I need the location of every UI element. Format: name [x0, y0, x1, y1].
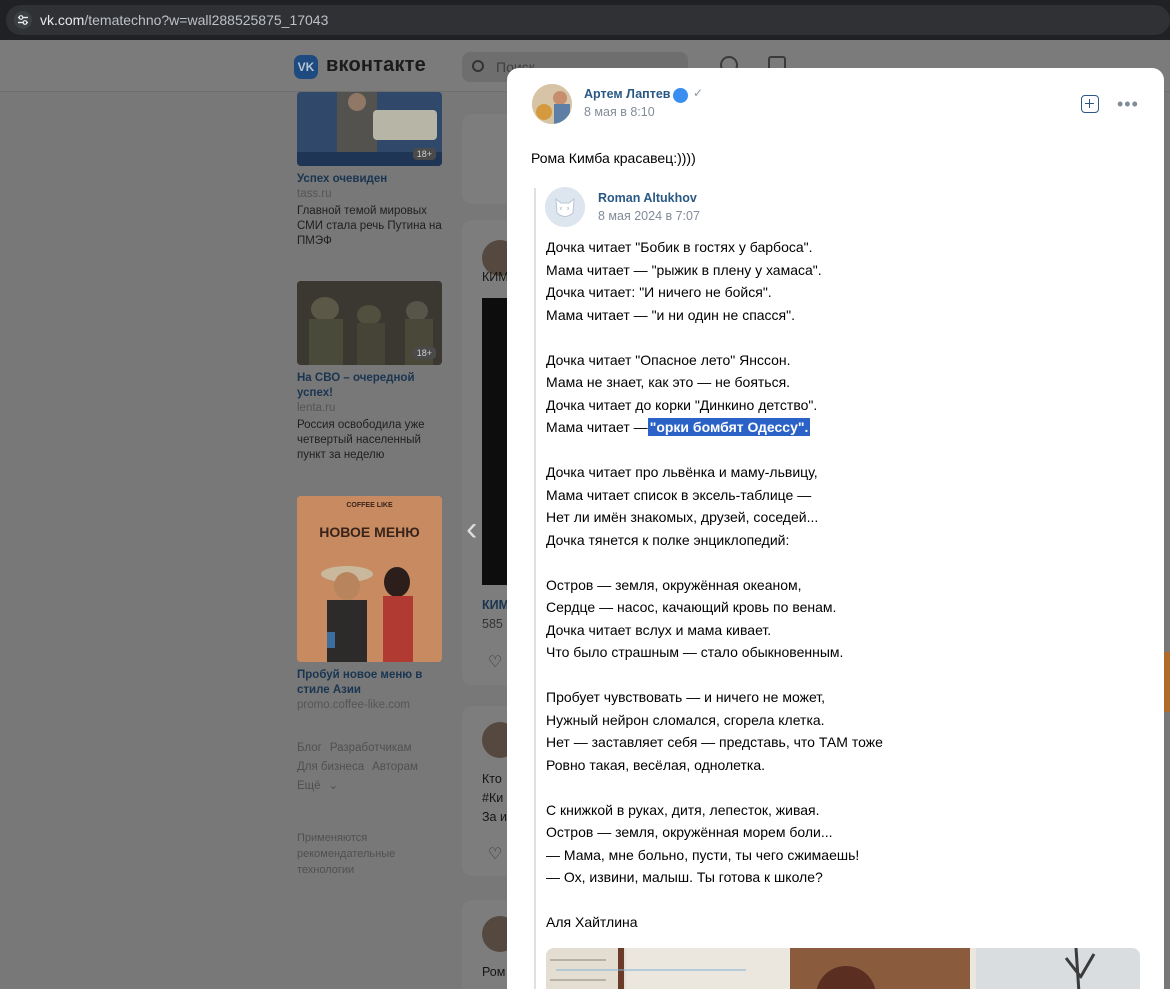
right-edge-image: [1164, 652, 1170, 712]
poem-line: Остров — земля, окружённая морем боли...: [546, 824, 833, 840]
poem-line: Мама не знает, как это — не бояться.: [546, 374, 791, 390]
poem-line: — Мама, мне больно, пусти, ты чего сжима…: [546, 846, 860, 863]
feed-text: Ром: [482, 965, 506, 979]
footer-link-authors[interactable]: Авторам: [372, 761, 418, 773]
url-text: vk.com/tematechno?w=wall288525875_17043: [40, 12, 329, 28]
url-field[interactable]: vk.com/tematechno?w=wall288525875_17043: [6, 5, 1170, 35]
feed-text: #Ки: [482, 791, 504, 805]
selected-text[interactable]: "орки бомбят Одессу".: [647, 418, 811, 436]
more-options-icon[interactable]: •••: [1117, 94, 1139, 115]
poem-line: Нужный нейрон сломался, сгорела клетка.: [546, 711, 825, 728]
poem-line: Ровно такая, весёлая, однолетка.: [546, 756, 766, 773]
browser-address-bar: vk.com/tematechno?w=wall288525875_17043: [0, 0, 1170, 40]
poem-line: — Ох, извини, малыш. Ты готова к школе?: [546, 869, 823, 885]
feed-video[interactable]: [482, 298, 510, 585]
ad-image-brand: COFFEE LIKE: [346, 502, 393, 509]
poem-line: Дочка читает: "И ничего не бойся".: [546, 284, 772, 300]
ad-card[interactable]: 18+ На СВО – очередной успех! lenta.ru Р…: [297, 281, 443, 463]
poem-line: Дочка читает "Опасное лето" Янссон.: [546, 351, 791, 368]
age-rating-badge: 18+: [412, 148, 436, 160]
post-text: Рома Кимба красавец:)))): [531, 150, 696, 166]
feed-text: 585: [482, 617, 503, 631]
poem-line: Нет ли имён знакомых, друзей, соседей...: [546, 509, 819, 525]
chevron-down-icon: ⌄: [328, 780, 339, 792]
footer-link-developers[interactable]: Разработчикам: [330, 742, 412, 754]
poem-line: Нет — заставляет себя — представь, что Т…: [546, 734, 883, 750]
feed-text: Кто: [482, 772, 502, 786]
ad-card[interactable]: COFFEE LIKE НОВОЕ МЕНЮ Пробуй новое меню…: [297, 496, 443, 713]
feed-text: КИМ: [482, 270, 509, 284]
age-rating-badge: 18+: [412, 347, 436, 359]
footer-link-blog[interactable]: Блог: [297, 742, 322, 754]
footer-link-more[interactable]: Ещё: [297, 780, 321, 792]
ad-domain: promo.coffee-like.com: [297, 699, 410, 711]
feed-text: За и: [482, 810, 507, 824]
previous-post-arrow-icon[interactable]: ‹: [466, 510, 477, 549]
ad-image[interactable]: 18+: [297, 281, 442, 365]
ad-image[interactable]: COFFEE LIKE НОВОЕ МЕНЮ: [297, 496, 442, 662]
repost-divider: [534, 188, 536, 989]
poem-line: Что было страшным — стало обыкновенным.: [546, 644, 844, 660]
post-modal: Артем Лаптев ✓ 8 мая в 8:10 ••• Рома Ким…: [507, 68, 1164, 989]
vk-wordmark[interactable]: вконтакте: [326, 54, 426, 77]
poem-line: Дочка читает про львёнка и маму-львицу,: [546, 464, 818, 480]
ad-domain: tass.ru: [297, 188, 332, 200]
ad-title[interactable]: Пробуй новое меню в стиле Азии: [297, 668, 443, 698]
post-date[interactable]: 8 мая в 8:10: [584, 105, 655, 119]
poem-line: Дочка читает до корки "Динкино детство".: [546, 396, 818, 413]
poem-line: Мама читает — "и ни один не спасся".: [546, 306, 795, 323]
poem-line: Сердце — насос, качающий кровь по венам.: [546, 599, 837, 615]
ad-domain: lenta.ru: [297, 402, 336, 414]
repost-date[interactable]: 8 мая 2024 в 7:07: [598, 209, 700, 223]
ad-card[interactable]: 18+ Успех очевиден tass.ru Главной темой…: [297, 92, 443, 249]
site-settings-icon[interactable]: [14, 11, 32, 29]
poem-line: Пробует чувствовать — и ничего не может,: [546, 689, 826, 705]
poem-signature: Аля Хайтлина: [546, 914, 638, 930]
like-icon[interactable]: ♡: [488, 844, 502, 864]
ad-image[interactable]: 18+: [297, 92, 442, 166]
poem-line-prefix: Мама читает —: [546, 419, 648, 435]
recommendation-note: Применяются рекомендательные технологии: [297, 832, 396, 876]
poem-line: Мама читает — "рыжик в плену у хамаса".: [546, 261, 822, 278]
like-icon[interactable]: ♡: [488, 652, 502, 672]
repost-author-link[interactable]: Roman Altukhov: [598, 191, 697, 205]
poem-line: Дочка читает вслух и мама кивает.: [546, 621, 772, 638]
checkmark-icon: ✓: [693, 86, 704, 100]
poem-line: Мама читает список в эксель-таблице —: [546, 486, 812, 503]
ad-title[interactable]: На СВО – очередной успех!: [297, 371, 443, 401]
add-icon[interactable]: [1081, 95, 1099, 113]
ad-title[interactable]: Успех очевиден: [297, 172, 443, 187]
footer-link-business[interactable]: Для бизнеса: [297, 761, 364, 773]
poem-line: Дочка читает "Бобик в гостях у барбоса".: [546, 239, 813, 255]
poem-line: Дочка тянется к полке энциклопедий:: [546, 531, 790, 548]
ad-text: Россия освободила уже четвертый населенн…: [297, 419, 425, 461]
ad-image-headline: НОВОЕ МЕНЮ: [319, 524, 420, 540]
post-author-link[interactable]: Артем Лаптев: [584, 87, 670, 101]
verified-badge-icon: [673, 88, 688, 103]
poem-line: С книжкой в руках, дитя, лепесток, живая…: [546, 801, 820, 818]
footer-links: Блог Разработчикам Для бизнеса Авторам Ещё…: [297, 739, 447, 796]
vk-logo[interactable]: VK: [294, 55, 318, 79]
search-icon: [472, 60, 484, 72]
poem-line: Остров — земля, окружённая океаном,: [546, 576, 802, 593]
avatar[interactable]: [532, 84, 572, 124]
repost-attachment-image[interactable]: [546, 948, 1140, 989]
poem-text: Дочка читает "Бобик в гостях у барбоса".…: [546, 236, 1146, 934]
poem-line: Мама читает — "орки бомбят Одессу".: [546, 416, 1146, 439]
ad-text: Главной темой мировых СМИ стала речь Пут…: [297, 205, 442, 247]
avatar[interactable]: x x: [545, 187, 585, 227]
feed-text: КИМ: [482, 598, 510, 612]
